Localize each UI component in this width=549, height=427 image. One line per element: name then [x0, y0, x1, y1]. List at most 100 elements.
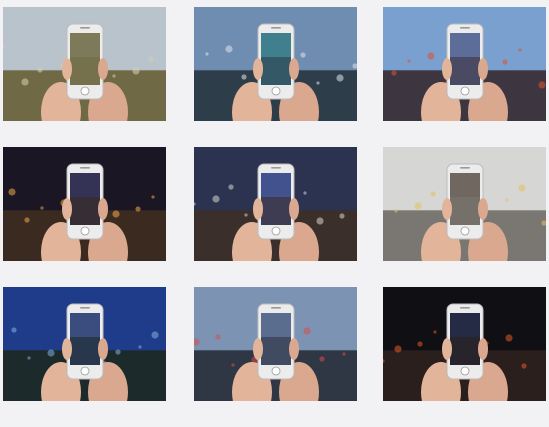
light-spot — [115, 349, 121, 355]
phone-screen-scene — [450, 337, 480, 365]
right-thumb — [98, 198, 108, 220]
speaker-slot — [80, 307, 90, 309]
light-spot — [205, 52, 209, 56]
speaker-slot — [271, 167, 281, 169]
light-spot — [339, 213, 345, 219]
shutter-button-icon — [271, 366, 281, 376]
photo-riverfront-fountain — [3, 287, 166, 401]
left-thumb — [442, 58, 452, 80]
speaker-slot — [460, 167, 470, 169]
light-spot — [502, 59, 508, 65]
photo-ryman-facade-night — [194, 147, 357, 261]
light-spot — [215, 334, 221, 340]
light-spot — [228, 184, 234, 190]
light-spot — [212, 195, 220, 203]
right-thumb — [478, 58, 488, 80]
light-spot — [138, 345, 142, 349]
light-spot — [37, 67, 43, 73]
light-spot — [505, 198, 509, 202]
shutter-button-icon — [80, 86, 90, 96]
phone-screen-scene — [261, 337, 291, 365]
shutter-button-icon — [80, 226, 90, 236]
light-spot — [132, 67, 140, 75]
right-thumb — [98, 338, 108, 360]
light-spot — [21, 78, 29, 86]
light-spot — [316, 217, 324, 225]
photo-image — [194, 287, 357, 401]
light-spot — [417, 341, 423, 347]
light-spot — [336, 74, 344, 82]
light-spot — [241, 74, 247, 80]
light-spot — [112, 210, 120, 218]
light-spot — [505, 334, 513, 342]
right-thumb — [478, 198, 488, 220]
light-spot — [47, 349, 55, 357]
right-thumb — [98, 58, 108, 80]
light-spot — [303, 191, 307, 195]
photo-image — [3, 287, 166, 401]
light-spot — [151, 331, 159, 339]
left-thumb — [442, 338, 452, 360]
light-spot — [521, 363, 527, 369]
phone-screen-scene — [450, 57, 480, 85]
phone-screen-scene — [450, 197, 480, 225]
phone-screen-scene — [70, 197, 100, 225]
light-spot — [151, 195, 155, 199]
shutter-button-icon — [271, 86, 281, 96]
speaker-slot — [460, 307, 470, 309]
shutter-button-icon — [460, 86, 470, 96]
light-spot — [433, 330, 437, 334]
left-thumb — [62, 198, 72, 220]
left-thumb — [253, 338, 263, 360]
speaker-slot — [80, 167, 90, 169]
light-spot — [24, 217, 30, 223]
right-thumb — [289, 58, 299, 80]
light-spot — [407, 59, 411, 63]
photo-image — [194, 7, 357, 121]
photo-street-dusk — [383, 7, 546, 121]
phone-screen-scene — [70, 337, 100, 365]
photo-image — [383, 147, 546, 261]
light-spot — [231, 363, 235, 367]
light-spot — [40, 206, 44, 210]
phone-screen-scene — [261, 197, 291, 225]
photo-image — [3, 147, 166, 261]
light-spot — [538, 81, 546, 89]
light-spot — [300, 52, 306, 58]
speaker-slot — [271, 27, 281, 29]
right-thumb — [478, 338, 488, 360]
light-spot — [518, 48, 522, 52]
speaker-slot — [271, 307, 281, 309]
light-spot — [427, 52, 435, 60]
light-spot — [148, 56, 154, 62]
light-spot — [225, 45, 233, 53]
phone-screen-scene — [261, 57, 291, 85]
left-thumb — [62, 338, 72, 360]
photo-image — [194, 147, 357, 261]
light-spot — [394, 209, 398, 213]
shutter-button-icon — [460, 366, 470, 376]
light-spot — [316, 81, 320, 85]
photo-neon-sign-night — [383, 287, 546, 401]
light-spot — [11, 327, 17, 333]
right-thumb — [289, 198, 299, 220]
photo-bus-depot-day — [383, 147, 546, 261]
speaker-slot — [80, 27, 90, 29]
shutter-button-icon — [460, 226, 470, 236]
photo-image — [383, 287, 546, 401]
light-spot — [303, 327, 311, 335]
light-spot — [391, 70, 397, 76]
phone-screen-scene — [70, 57, 100, 85]
photo-downtown-twilight — [194, 287, 357, 401]
light-spot — [342, 352, 346, 356]
light-spot — [414, 202, 422, 210]
light-spot — [518, 184, 526, 192]
light-spot — [112, 74, 116, 78]
left-thumb — [253, 58, 263, 80]
light-spot — [430, 191, 436, 197]
left-thumb — [62, 58, 72, 80]
light-spot — [244, 213, 248, 217]
light-spot — [319, 356, 325, 362]
right-thumb — [289, 338, 299, 360]
photo-pedestrian-bridge — [194, 7, 357, 121]
